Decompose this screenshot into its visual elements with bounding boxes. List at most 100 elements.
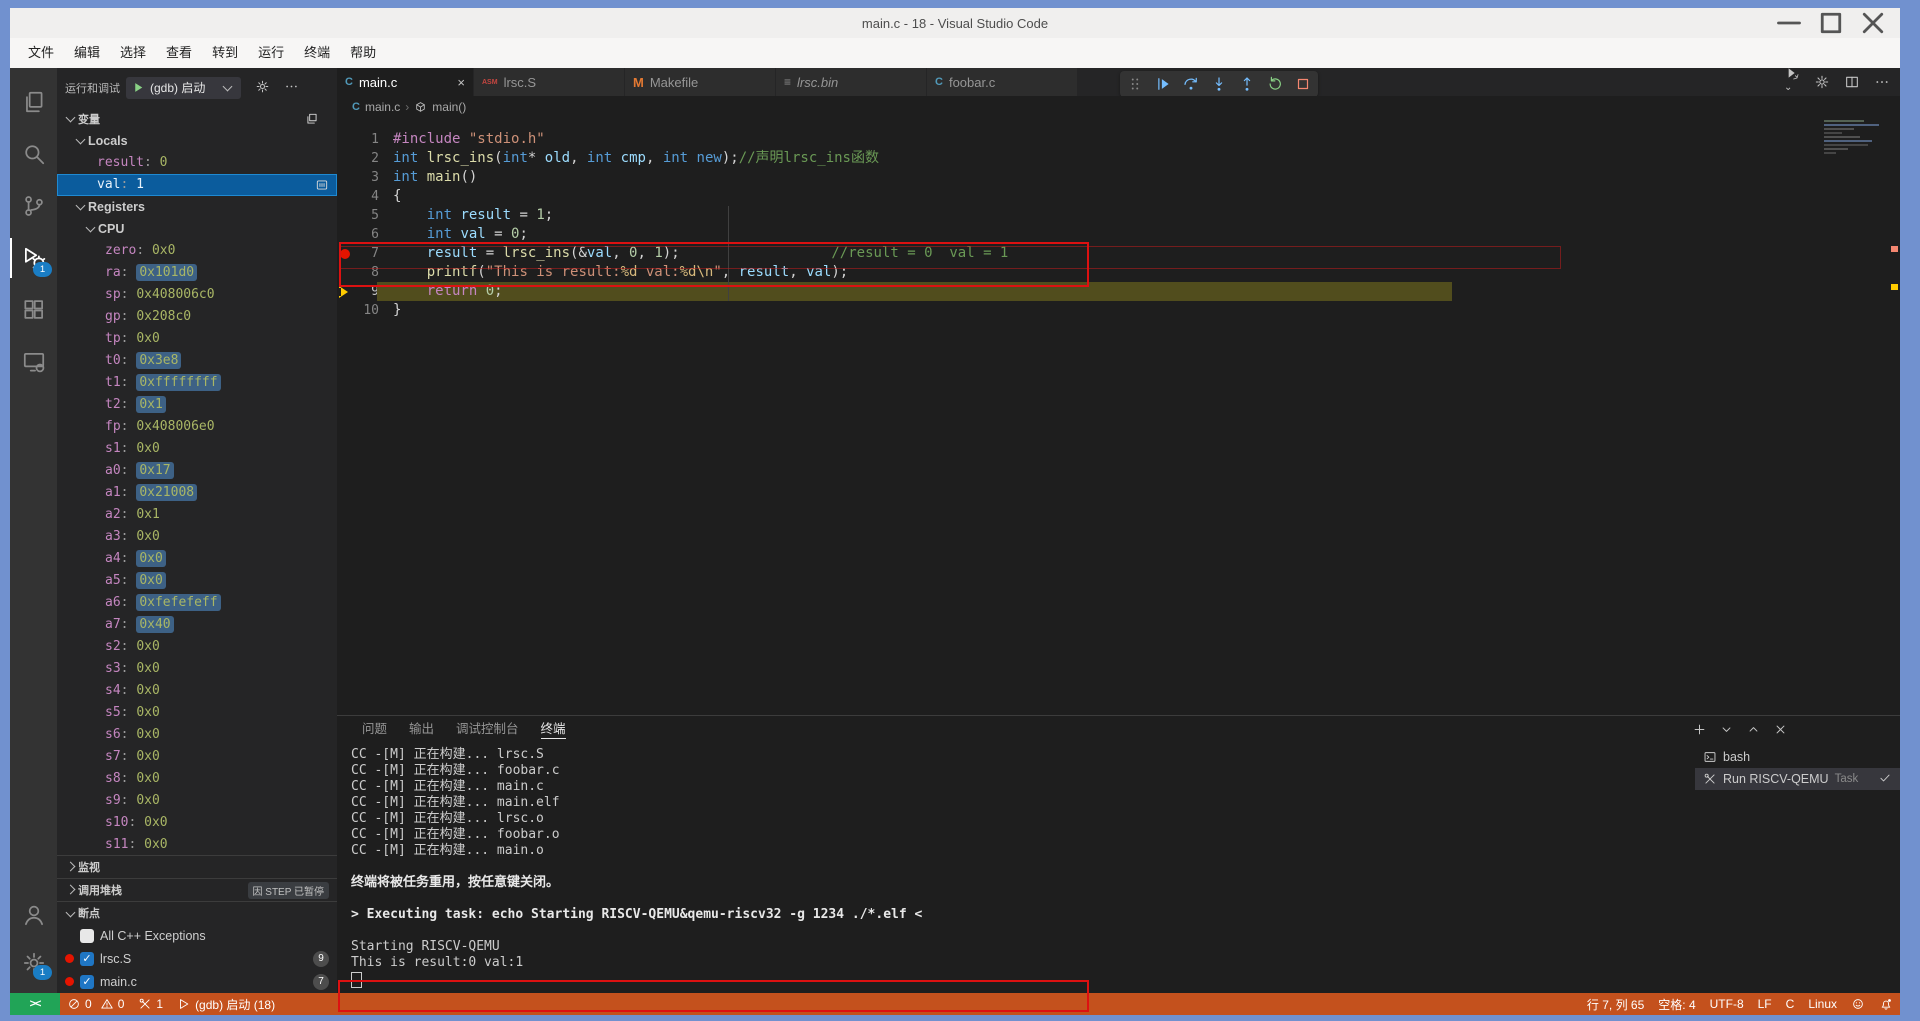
breadcrumb-symbol[interactable]: main(): [432, 100, 466, 114]
variable-row-fp[interactable]: fp: 0x408006e0: [57, 416, 337, 438]
code-line-6[interactable]: 6 int val = 0;: [337, 225, 1900, 244]
tab-foobar.c[interactable]: Cfoobar.c: [927, 68, 1078, 96]
gutter-margin[interactable]: [337, 206, 353, 225]
debug-settings-gear-icon[interactable]: [255, 79, 270, 97]
menu-item-帮助[interactable]: 帮助: [340, 38, 386, 68]
variable-row-s9[interactable]: s9: 0x0: [57, 790, 337, 812]
restart-button[interactable]: [1266, 75, 1284, 93]
variable-row-sp[interactable]: sp: 0x408006c0: [57, 284, 337, 306]
status-os-indicator[interactable]: Linux: [1801, 993, 1844, 1015]
gutter-margin[interactable]: [337, 301, 353, 320]
split-editor-button[interactable]: [1844, 74, 1860, 90]
breakpoint-icon[interactable]: [340, 249, 350, 259]
menu-item-选择[interactable]: 选择: [110, 38, 156, 68]
variable-row-a5[interactable]: a5: 0x0: [57, 570, 337, 592]
step-over-button[interactable]: [1182, 75, 1200, 93]
status-feedback[interactable]: [1844, 993, 1872, 1015]
variable-row-result[interactable]: result: 0: [57, 152, 337, 174]
terminal-dropdown-button[interactable]: [1719, 722, 1734, 737]
variable-row-s11[interactable]: s11: 0x0: [57, 834, 337, 855]
variable-row-a0[interactable]: a0: 0x17: [57, 460, 337, 482]
terminal-list-item-bash[interactable]: bash: [1695, 746, 1900, 768]
activity-remote-explorer[interactable]: [10, 336, 57, 388]
new-terminal-button[interactable]: [1692, 722, 1707, 737]
panel-tab-问题[interactable]: 问题: [351, 716, 398, 742]
activity-account[interactable]: [10, 891, 57, 939]
drag-grip-button[interactable]: [1126, 75, 1144, 93]
status-notifications-bell[interactable]: [1872, 993, 1900, 1015]
variable-row-s1[interactable]: s1: 0x0: [57, 438, 337, 460]
breadcrumb[interactable]: C main.c › main(): [337, 96, 1900, 118]
gutter-margin[interactable]: [337, 225, 353, 244]
variable-row-a2[interactable]: a2: 0x1: [57, 504, 337, 526]
debug-session-status[interactable]: (gdb) 启动 (18): [170, 993, 282, 1015]
title-bar[interactable]: main.c - 18 - Visual Studio Code: [10, 8, 1900, 38]
activity-explorer[interactable]: [10, 76, 57, 128]
panel-tab-终端[interactable]: 终端: [530, 716, 577, 742]
breakpoint-checkbox[interactable]: ✓: [80, 975, 94, 989]
gutter-margin[interactable]: [337, 168, 353, 187]
code-line-3[interactable]: 3int main(): [337, 168, 1900, 187]
menu-item-编辑[interactable]: 编辑: [64, 38, 110, 68]
breakpoint-checkbox[interactable]: [80, 929, 94, 943]
maximize-button[interactable]: [1810, 8, 1852, 38]
launch-config-dropdown[interactable]: (gdb) 启动: [126, 77, 241, 99]
stop-button[interactable]: [1294, 75, 1312, 93]
activity-source-control[interactable]: [10, 180, 57, 232]
terminal-output[interactable]: CC -[M] 正在构建... lrsc.SCC -[M] 正在构建... fo…: [337, 742, 1695, 993]
code-line-7[interactable]: 7 result = lrsc_ins(&val, 0, 1); //resul…: [337, 244, 1900, 263]
status-cursor-position[interactable]: 行 7, 列 65: [1580, 993, 1651, 1015]
variable-row-a3[interactable]: a3: 0x0: [57, 526, 337, 548]
step-into-button[interactable]: [1210, 75, 1228, 93]
minimize-button[interactable]: [1768, 8, 1810, 38]
breakpoint-checkbox[interactable]: ✓: [80, 952, 94, 966]
binary-view-icon[interactable]: [315, 178, 329, 192]
status-indentation[interactable]: 空格: 4: [1651, 993, 1702, 1015]
gutter-margin[interactable]: [337, 130, 353, 149]
variable-row-t2[interactable]: t2: 0x1: [57, 394, 337, 416]
variable-row-val[interactable]: val: 1: [57, 174, 337, 196]
step-out-button[interactable]: [1238, 75, 1256, 93]
variable-row-s8[interactable]: s8: 0x0: [57, 768, 337, 790]
more-actions-icon[interactable]: [284, 79, 299, 97]
callstack-section-header[interactable]: 调用堆栈 因 STEP 已暂停: [57, 878, 337, 901]
menu-item-转到[interactable]: 转到: [202, 38, 248, 68]
variables-section-header[interactable]: 变量: [57, 108, 337, 130]
breakpoint-row[interactable]: All C++ Exceptions: [57, 924, 337, 947]
variable-row-s7[interactable]: s7: 0x0: [57, 746, 337, 768]
watch-section-header[interactable]: 监视: [57, 855, 337, 878]
gutter-margin[interactable]: [337, 282, 353, 301]
run-or-debug-button[interactable]: ⌄: [1784, 65, 1800, 99]
code-line-1[interactable]: 1#include "stdio.h": [337, 130, 1900, 149]
code-line-4[interactable]: 4{: [337, 187, 1900, 206]
variable-row-zero[interactable]: zero: 0x0: [57, 240, 337, 262]
variable-row-a1[interactable]: a1: 0x21008: [57, 482, 337, 504]
tab-lrsc.bin[interactable]: ≡lrsc.bin: [776, 68, 927, 96]
close-panel-button[interactable]: [1773, 722, 1788, 737]
more-actions-button[interactable]: [1874, 74, 1890, 90]
breakpoint-row[interactable]: ✓ main.c 7: [57, 970, 337, 993]
breakpoints-section-header[interactable]: 断点: [57, 901, 337, 924]
gutter-margin[interactable]: [337, 263, 353, 282]
panel-tab-输出[interactable]: 输出: [398, 716, 445, 742]
variable-row-s3[interactable]: s3: 0x0: [57, 658, 337, 680]
menu-item-查看[interactable]: 查看: [156, 38, 202, 68]
breakpoint-row[interactable]: ✓ lrsc.S 9: [57, 947, 337, 970]
activity-extensions[interactable]: [10, 284, 57, 336]
variable-row-tp[interactable]: tp: 0x0: [57, 328, 337, 350]
tree-group-locals[interactable]: Locals: [57, 130, 337, 152]
variable-row-a6[interactable]: a6: 0xfefefeff: [57, 592, 337, 614]
variable-row-ra[interactable]: ra: 0x101d0: [57, 262, 337, 284]
variable-row-s6[interactable]: s6: 0x0: [57, 724, 337, 746]
panel-tab-调试控制台[interactable]: 调试控制台: [445, 716, 530, 742]
remote-indicator[interactable]: ><: [10, 993, 60, 1015]
variable-row-a4[interactable]: a4: 0x0: [57, 548, 337, 570]
menu-item-运行[interactable]: 运行: [248, 38, 294, 68]
code-line-8[interactable]: 8 printf("This is result:%d val:%d\n", r…: [337, 263, 1900, 282]
variable-row-t0[interactable]: t0: 0x3e8: [57, 350, 337, 372]
gutter-margin[interactable]: [337, 244, 353, 263]
code-line-9[interactable]: 9 return 0;: [337, 282, 1900, 301]
tab-Makefile[interactable]: MMakefile: [625, 68, 776, 96]
gutter-margin[interactable]: [337, 149, 353, 168]
variable-row-t1[interactable]: t1: 0xffffffff: [57, 372, 337, 394]
